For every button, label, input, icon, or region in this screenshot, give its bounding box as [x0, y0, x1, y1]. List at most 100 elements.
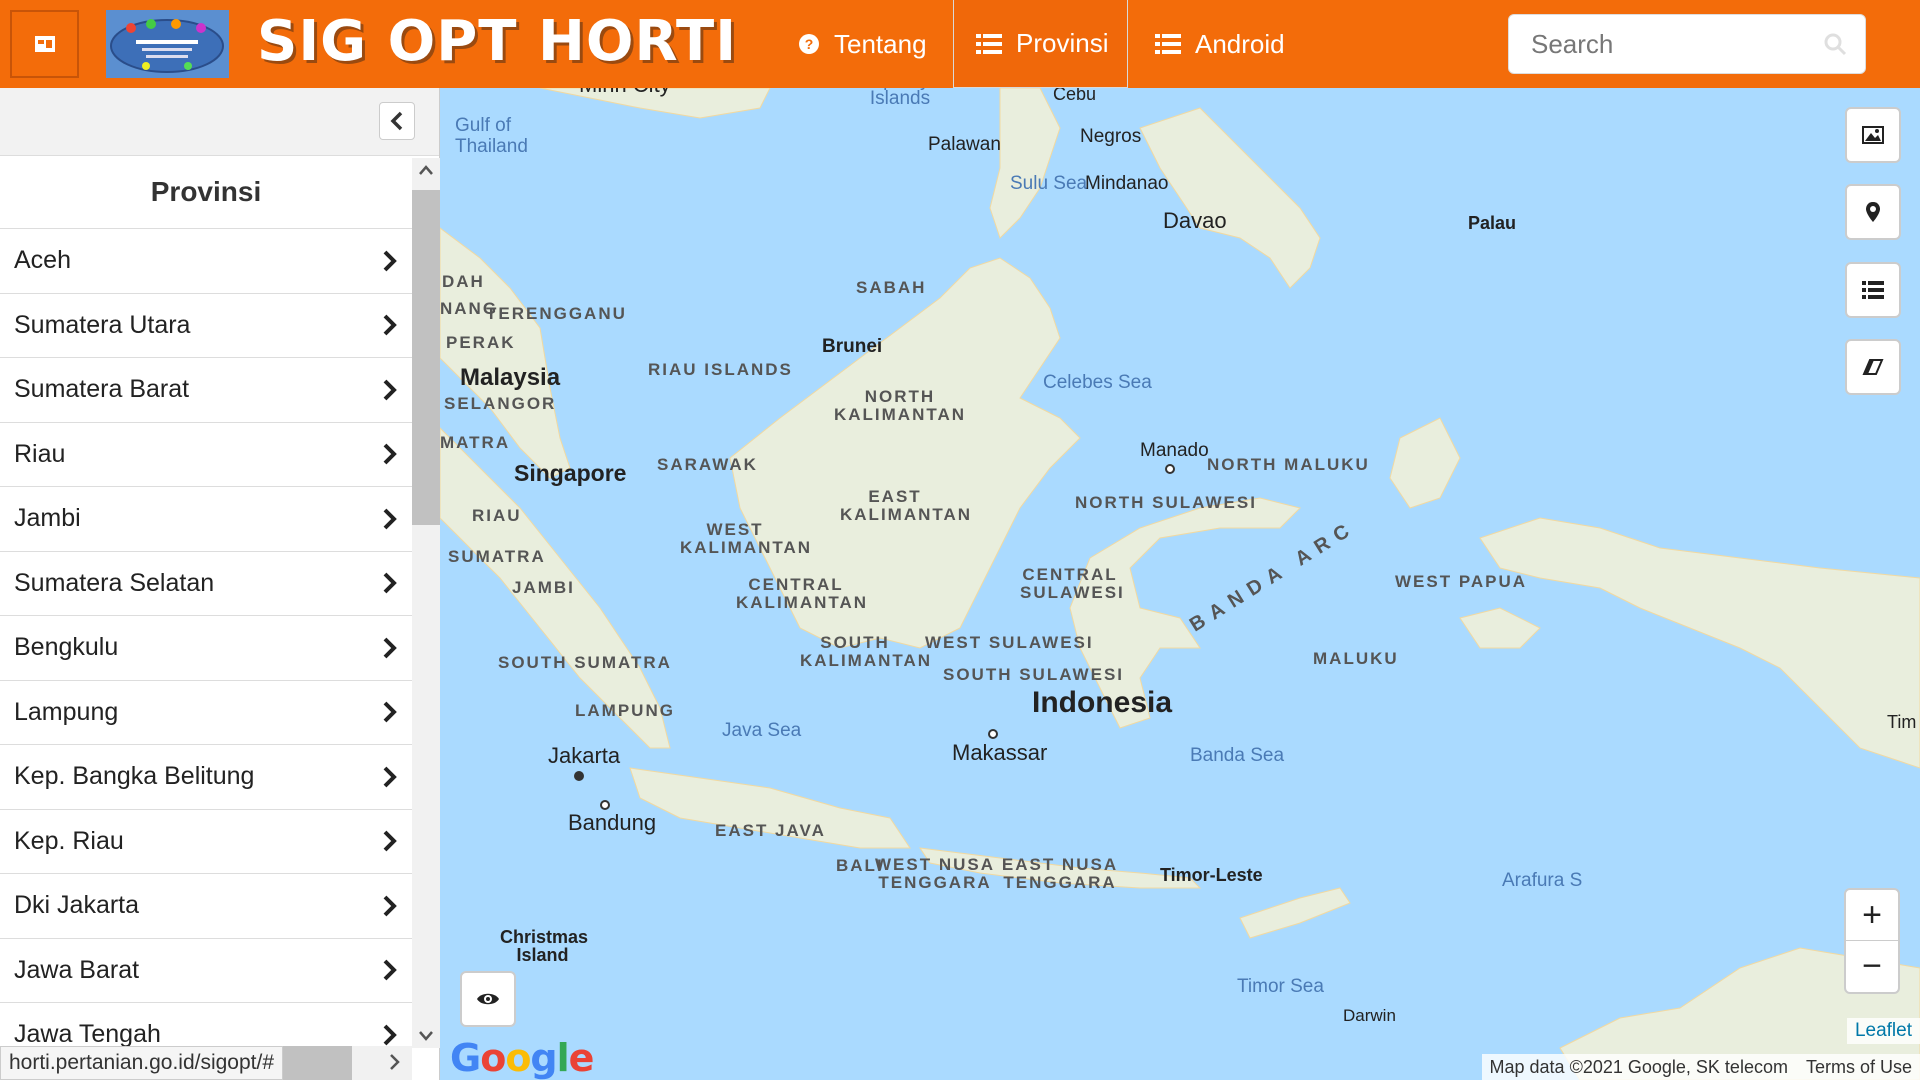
map-label-south-sumatra: SOUTH SUMATRA [498, 653, 672, 672]
map-attribution: Map data ©2021 Google, SK telecom Terms … [1481, 1054, 1920, 1080]
brand-title[interactable]: SIG OPT HORTI [257, 8, 737, 76]
status-bar-url: horti.pertanian.go.id/sigopt/# [0, 1046, 284, 1080]
nav-provinsi[interactable]: Provinsi [953, 0, 1128, 88]
basemap-button[interactable] [1845, 107, 1901, 163]
province-item[interactable]: Jambi [0, 487, 412, 552]
chevron-left-icon [390, 111, 403, 131]
map-label-east-nusa-tenggara: EAST NUSA TENGGARA [1001, 855, 1119, 892]
map-label-central-kalimantan: CENTRAL KALIMANTAN [736, 575, 869, 612]
province-label: Sumatera Utara [14, 310, 191, 339]
map-label-central-sulawesi: CENTRAL SULAWESI [1020, 565, 1125, 602]
province-item[interactable]: Sumatera Barat [0, 358, 412, 423]
map-label-terengganu: TERENGGANU [486, 304, 627, 323]
map-label-riau-islands: RIAU ISLANDS [648, 360, 793, 379]
map-label-east-java: EAST JAVA [715, 821, 826, 840]
list-icon [1862, 281, 1884, 299]
map-label-west-nusa-tenggara: WEST NUSA TENGGARA [875, 855, 995, 892]
province-item[interactable]: Sumatera Utara [0, 294, 412, 358]
province-label: Kep. Riau [14, 826, 124, 855]
map-label-sabah: SABAH [856, 278, 927, 297]
map-label-indonesia: Indonesia [1032, 686, 1173, 719]
scroll-right-icon[interactable] [388, 1053, 400, 1071]
app-logo[interactable] [106, 10, 229, 78]
scroll-down-icon[interactable] [418, 1030, 434, 1042]
attribution-text: Map data ©2021 Google, SK telecom [1489, 1056, 1788, 1077]
sidebar: Provinsi Aceh Sumatera Utara Sumatera Bara… [0, 88, 440, 1080]
chevron-right-icon [383, 830, 397, 852]
map-label-sarawak: SARAWAK [657, 455, 758, 474]
province-item[interactable]: Riau [0, 423, 412, 487]
menu-toggle-button[interactable] [10, 10, 79, 78]
map-label-lampung: LAMPUNG [575, 701, 675, 720]
province-item[interactable]: Sumatera Selatan [0, 552, 412, 616]
map-label-selangor: SELANGOR [444, 394, 557, 413]
province-label: Riau [14, 439, 66, 468]
search-input[interactable]: Search [1508, 14, 1866, 74]
google-logo[interactable]: Google [450, 1036, 594, 1080]
map-label-java-sea: Java Sea [722, 720, 802, 741]
map-marker-jakarta [574, 771, 584, 781]
chevron-right-icon [383, 572, 397, 594]
vertical-scrollbar[interactable] [412, 158, 440, 1048]
map-canvas[interactable]: Minh City Spratly Islands Cebu Gulf of T… [440, 88, 1920, 1080]
app-icon [34, 36, 55, 52]
map-label-malaysia: Malaysia [460, 364, 561, 391]
marker-button[interactable] [1845, 184, 1901, 240]
map-label-cebu: Cebu [1053, 88, 1097, 104]
province-label: Jawa Barat [14, 955, 140, 984]
province-label: Jawa Tengah [14, 1020, 161, 1049]
province-item[interactable]: Kep. Bangka Belitung [0, 745, 412, 810]
zoom-out-button[interactable]: − [1846, 941, 1898, 992]
sidebar-collapse-button[interactable] [379, 102, 415, 140]
chevron-right-icon [383, 443, 397, 465]
map-label-sulu-sea: Sulu Sea [1010, 173, 1088, 194]
province-item[interactable]: Bengkulu [0, 616, 412, 681]
map-label-maluku: MALUKU [1313, 649, 1399, 668]
eraser-icon [1862, 359, 1884, 375]
map-label-banda-sea: Banda Sea [1190, 745, 1285, 766]
scrollbar-thumb[interactable] [412, 190, 440, 525]
visibility-toggle-button[interactable] [460, 971, 516, 1027]
top-navbar: SIG OPT HORTI ? Tentang Provinsi Android… [0, 0, 1920, 88]
province-item[interactable]: Aceh [0, 229, 412, 294]
province-item[interactable]: Kep. Riau [0, 810, 412, 874]
zoom-in-button[interactable]: + [1846, 890, 1898, 941]
province-item[interactable]: Lampung [0, 681, 412, 745]
province-item[interactable]: Dki Jakarta [0, 874, 412, 939]
chevron-right-icon [383, 766, 397, 788]
nav-android[interactable]: Android [1133, 0, 1307, 88]
list-icon [1155, 34, 1181, 54]
map-label-east-kalimantan: EAST KALIMANTAN [840, 487, 973, 524]
map-label-jakarta: Jakarta [548, 743, 621, 768]
chevron-right-icon [383, 959, 397, 981]
map-label-west-sulawesi: WEST SULAWESI [925, 633, 1094, 652]
map-label-darwin: Darwin [1343, 1006, 1396, 1025]
chevron-right-icon [383, 314, 397, 336]
search-icon [1823, 32, 1847, 63]
question-circle-icon: ? [798, 33, 820, 55]
map-label-kedah: DAH [442, 272, 485, 291]
chevron-right-icon [383, 701, 397, 723]
terms-of-use-link[interactable]: Terms of Use [1806, 1057, 1912, 1078]
nav-tentang[interactable]: ? Tentang [776, 0, 949, 88]
map-label-singapore: Singapore [514, 460, 627, 486]
map-label-riau: RIAU [472, 506, 522, 525]
map-label-manado: Manado [1140, 440, 1209, 461]
chevron-right-icon [383, 508, 397, 530]
hscroll-thumb[interactable] [280, 1046, 352, 1080]
svg-text:?: ? [805, 36, 814, 52]
eraser-button[interactable] [1845, 339, 1901, 395]
province-item[interactable]: Jawa Barat [0, 939, 412, 1003]
map-label-bandung: Bandung [568, 810, 657, 835]
map-label-west-papua: WEST PAPUA [1395, 572, 1528, 591]
layer-list-button[interactable] [1845, 262, 1901, 318]
leaflet-link[interactable]: Leaflet [1846, 1018, 1920, 1044]
chevron-right-icon [383, 250, 397, 272]
list-icon [976, 33, 1002, 54]
map-base-layer [440, 88, 1920, 1080]
map-label-celebes-sea: Celebes Sea [1043, 372, 1152, 393]
chevron-right-icon [383, 379, 397, 401]
map-label-negros: Negros [1080, 126, 1142, 147]
scroll-up-icon[interactable] [418, 164, 434, 176]
nav-provinsi-label: Provinsi [1016, 28, 1109, 58]
